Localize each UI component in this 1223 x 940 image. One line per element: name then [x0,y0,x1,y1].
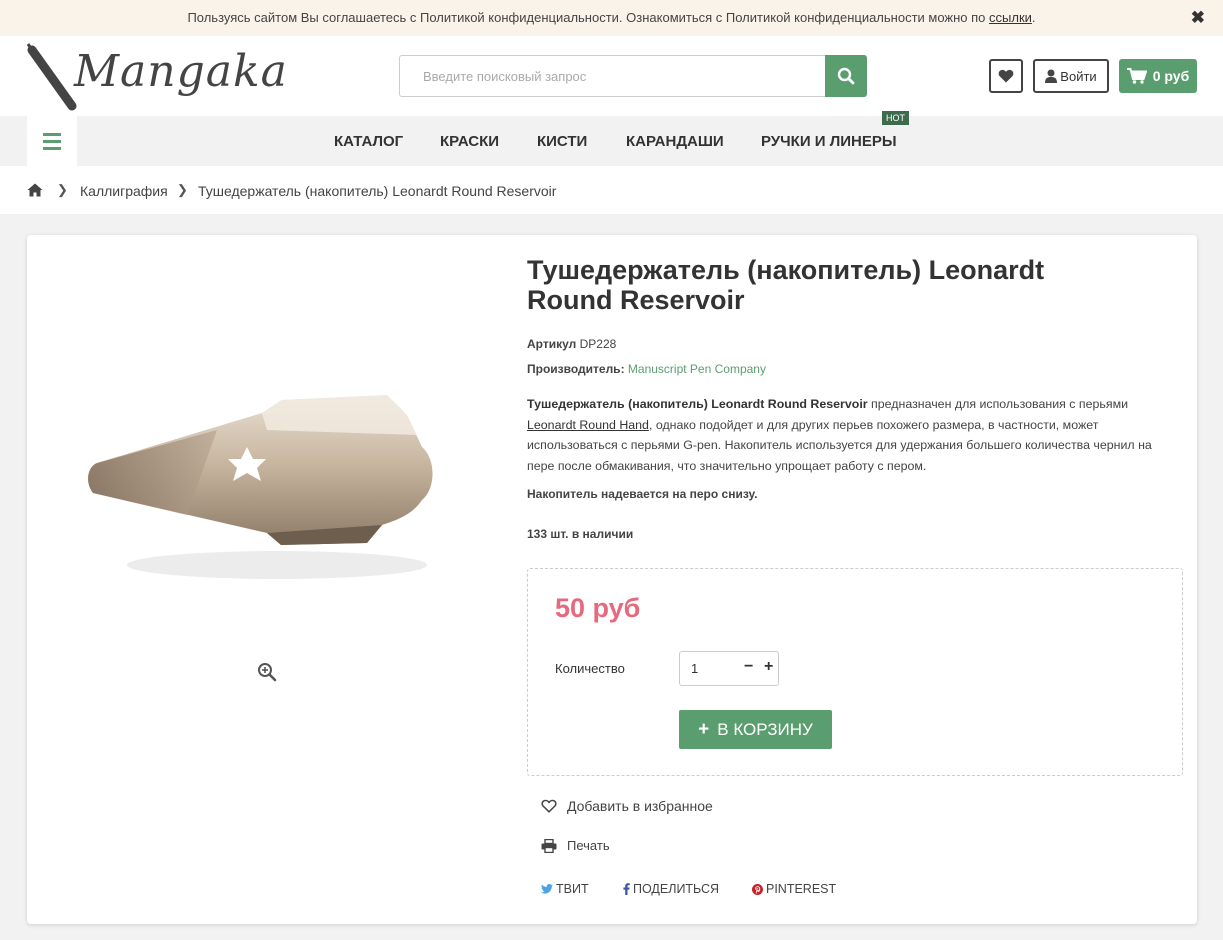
product-note: Накопитель надевается на перо снизу. [527,487,758,501]
search-icon [837,67,855,85]
main-nav: КАТАЛОГ КРАСКИ КИСТИ КАРАНДАШИ РУЧКИ И Л… [0,111,1223,166]
print-label: Печать [567,838,610,853]
menu-icon[interactable] [27,116,77,166]
breadcrumb: ❯ Каллиграфия ❯ Тушедержатель (накопител… [0,166,1223,214]
product-card: Тушедержатель (накопитель) Leonardt Roun… [27,235,1197,924]
quantity-input[interactable] [680,652,738,685]
logo-text: Mangaka [74,46,288,97]
product-image[interactable] [67,355,487,605]
login-button[interactable]: Войти [1033,59,1109,93]
site-header: Mangaka Войти 0 руб [0,36,1223,116]
nav-item-pens-liners[interactable]: РУЧКИ И ЛИНЕРЫ [761,133,897,150]
nav-item-paints[interactable]: КРАСКИ [440,133,499,150]
product-title: Тушедержатель (накопитель) Leonardt Roun… [527,255,1045,315]
wishlist-button[interactable] [989,59,1023,93]
add-to-cart-button[interactable]: + В КОРЗИНУ [679,710,832,749]
cart-total: 0 руб [1152,68,1190,84]
logo[interactable]: Mangaka [26,42,287,112]
pinterest-label: PINTEREST [766,882,837,896]
facebook-icon [623,883,630,895]
plus-icon[interactable]: + [764,658,773,676]
quantity-stepper: − + [679,651,779,686]
facebook-label: ПОДЕЛИТЬСЯ [633,882,720,896]
add-to-cart-label: В КОРЗИНУ [717,719,813,739]
print-icon [541,838,557,853]
desc-text-1: предназначен для использования с перьями [867,397,1129,411]
login-label: Войти [1060,68,1097,84]
pinterest-icon [752,883,763,895]
cart-icon [1126,68,1147,84]
chevron-right-icon: ❯ [57,182,68,197]
print-link[interactable]: Печать [541,838,610,853]
maker-label: Производитель: [527,362,625,376]
breadcrumb-current: Тушедержатель (накопитель) Leonardt Roun… [198,183,557,199]
product-maker: Производитель: Manuscript Pen Company [527,362,766,376]
nav-item-brushes[interactable]: КИСТИ [537,133,587,150]
search-bar [399,55,867,97]
share-facebook[interactable]: ПОДЕЛИТЬСЯ [623,882,719,896]
nav-item-catalog[interactable]: КАТАЛОГ [334,133,403,150]
buy-box: 50 руб Количество − + + В КОРЗИНУ [527,568,1183,776]
plus-icon: + [698,718,710,740]
cookie-text-end: . [1031,10,1036,25]
share-twitter[interactable]: ТВИТ [541,882,589,896]
hot-badge: HOT [882,111,909,125]
zoom-icon[interactable] [257,662,277,682]
home-icon[interactable] [27,183,43,197]
share-pinterest[interactable]: PINTEREST [752,882,836,896]
product-description: Тушедержатель (накопитель) Leonardt Roun… [527,394,1177,476]
maker-link[interactable]: Manuscript Pen Company [628,362,766,376]
chevron-right-icon: ❯ [177,182,188,197]
cookie-bar: Пользуясь сайтом Вы соглашаетесь с Полит… [0,0,1223,36]
close-icon[interactable]: ✖ [1191,0,1205,36]
minus-icon[interactable]: − [744,658,753,676]
cookie-text: Пользуясь сайтом Вы соглашаетесь с Полит… [187,10,990,25]
heart-outline-icon [541,799,557,813]
product-price: 50 руб [555,593,641,623]
breadcrumb-item[interactable]: Каллиграфия [80,183,168,199]
desc-link[interactable]: Leonardt Round Hand [527,418,649,432]
search-button[interactable] [825,55,867,97]
twitter-icon [541,884,553,894]
nav-item-pencils[interactable]: КАРАНДАШИ [626,133,724,150]
add-to-favorites[interactable]: Добавить в избранное [541,798,713,814]
user-icon [1045,69,1058,83]
quantity-label: Количество [555,661,625,676]
sku-value: DP228 [579,337,617,351]
search-input[interactable] [400,56,826,96]
stock-status: 133 шт. в наличии [527,527,634,541]
cart-button[interactable]: 0 руб [1119,59,1197,93]
favorites-label: Добавить в избранное [567,798,713,814]
cookie-policy-link[interactable]: ссылки [989,10,1032,25]
product-sku: Артикул DP228 [527,337,616,351]
desc-bold: Тушедержатель (накопитель) Leonardt Roun… [527,397,868,411]
twitter-label: ТВИТ [556,882,589,896]
heart-icon [998,69,1014,83]
sku-label: Артикул [527,337,577,351]
